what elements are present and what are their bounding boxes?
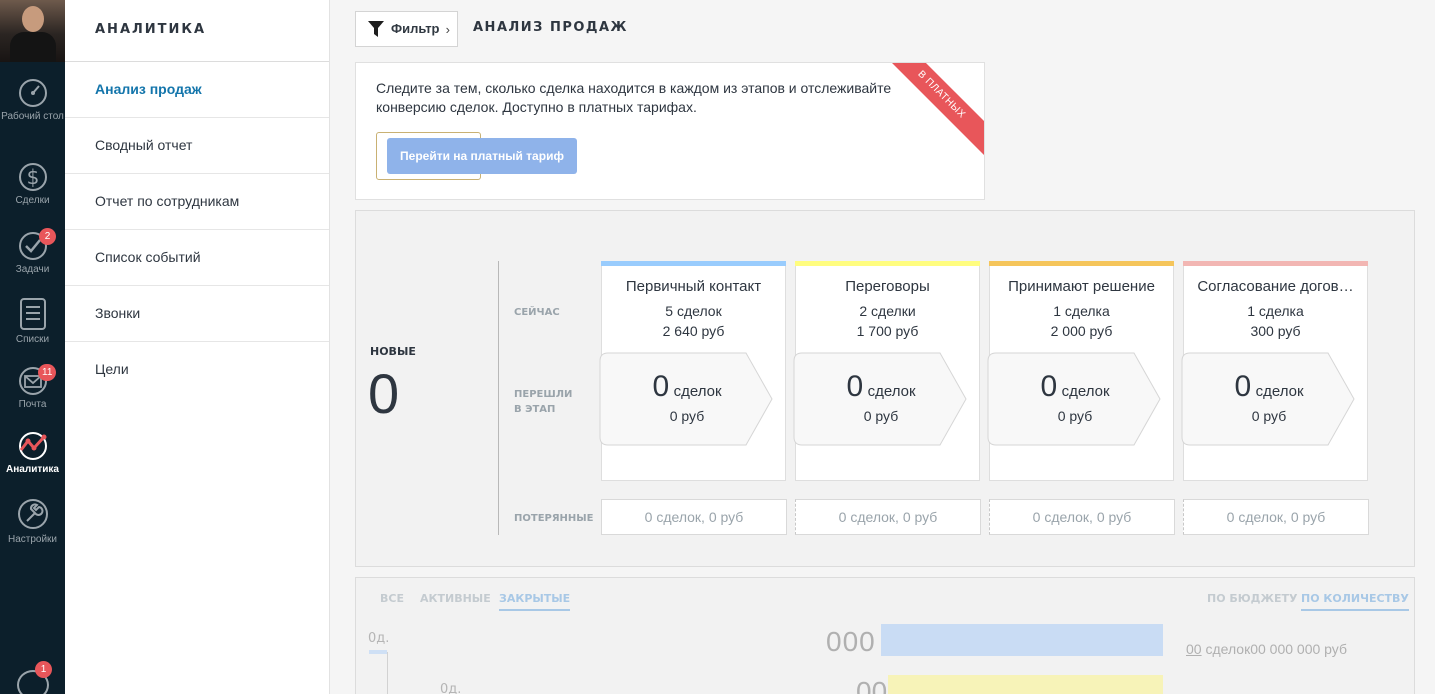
nav-dashboard[interactable]: Рабочий стол	[0, 78, 65, 122]
nav-analytics[interactable]: Аналитика	[0, 431, 65, 475]
chart-summary: 00 сделок00 000 000 руб	[1186, 641, 1347, 657]
funnel-divider	[498, 261, 499, 535]
stage-deal-sum: 2 000 руб	[1050, 323, 1113, 339]
tasks-count-badge: 2	[39, 228, 56, 245]
stage-card-negotiations[interactable]: Переговоры 2 сделки 1 700 руб 0 сделок 0…	[793, 261, 980, 481]
promo-text: Следите за тем, сколько сделка находится…	[376, 80, 892, 115]
nav-settings[interactable]: Настройки	[0, 497, 65, 545]
axis-label-second: 0д.	[440, 682, 462, 694]
wrench-icon	[17, 499, 48, 529]
nav-mail-label: Почта	[18, 399, 47, 410]
nav-dashboard-label: Рабочий стол	[1, 111, 64, 122]
stage-name: Первичный контакт	[625, 278, 762, 295]
row-label-moved-2: В ЭТАП	[514, 404, 556, 415]
closed-deals-chart-panel: ВСЕ АКТИВНЫЕ ЗАКРЫТЫЕ ПО БЮДЖЕТУ ПО КОЛИ…	[355, 577, 1415, 694]
lost-deals-cell: 0 сделок, 0 руб	[601, 499, 787, 535]
lost-deals-cell: 0 сделок, 0 руб	[1183, 499, 1369, 535]
new-deals-label: НОВЫЕ	[370, 345, 416, 358]
stage-color-bar	[795, 261, 980, 266]
stage-color-bar	[1183, 261, 1368, 266]
axis-marker	[369, 650, 387, 654]
stage-card-decision-making[interactable]: Принимают решение 1 сделка 2 000 руб 0 с…	[987, 261, 1174, 481]
row-label-moved-1: ПЕРЕШЛИ	[514, 389, 573, 400]
summary-link[interactable]: 00	[1186, 641, 1202, 657]
moved-count: 0 сделок	[846, 370, 916, 403]
bar-value-2: 00	[856, 676, 888, 694]
submenu-item-calls[interactable]: Звонки	[65, 286, 329, 342]
moved-count: 0 сделок	[652, 370, 722, 403]
chevron-right-icon: ›	[445, 22, 450, 37]
stage-deal-count: 5 сделок	[665, 303, 722, 319]
row-label-lost: ПОТЕРЯННЫЕ	[514, 513, 594, 524]
moved-sum: 0 руб	[669, 408, 705, 424]
analytics-icon	[18, 432, 47, 460]
nav-analytics-label: Аналитика	[6, 464, 59, 475]
paid-plan-promo: Следите за тем, сколько сделка находится…	[355, 62, 985, 200]
nav-lists[interactable]: Списки	[0, 297, 65, 345]
nav-settings-label: Настройки	[7, 534, 58, 545]
stage-deal-count: 2 сделки	[859, 303, 916, 319]
moved-sum: 0 руб	[1251, 408, 1287, 424]
filter-button-label: Фильтр	[391, 21, 440, 36]
chart-bar-2	[888, 675, 1163, 694]
submenu-item-summary-report[interactable]: Сводный отчет	[65, 118, 329, 174]
nav-tasks-label: Задачи	[15, 264, 50, 275]
lost-deals-cell: 0 сделок, 0 руб	[795, 499, 981, 535]
chat-count-badge: 1	[35, 661, 52, 678]
moved-sum: 0 руб	[863, 408, 899, 424]
svg-text:$: $	[26, 165, 39, 189]
submenu-title: АНАЛИТИКА	[65, 0, 329, 62]
chart-bar-1	[881, 624, 1163, 656]
lost-deals-cell: 0 сделок, 0 руб	[989, 499, 1175, 535]
tab-active[interactable]: АКТИВНЫЕ	[420, 592, 491, 609]
stage-name: Согласование догов…	[1197, 278, 1354, 295]
chart-axis	[387, 652, 388, 694]
moved-count: 0 сделок	[1040, 370, 1110, 403]
page-title: АНАЛИЗ ПРОДАЖ	[473, 20, 628, 35]
stage-deal-sum: 2 640 руб	[662, 323, 725, 339]
moved-count: 0 сделок	[1234, 370, 1304, 403]
avatar-head	[22, 6, 44, 32]
sales-funnel-panel: НОВЫЕ 0 СЕЙЧАС ПЕРЕШЛИ В ЭТАП ПОТЕРЯННЫЕ…	[355, 210, 1415, 567]
submenu-item-sales-analysis[interactable]: Анализ продаж	[65, 62, 329, 118]
user-avatar[interactable]	[0, 0, 65, 62]
nav-deals-label: Сделки	[15, 195, 50, 206]
list-icon	[19, 298, 46, 330]
summary-text: сделок00 000 000 руб	[1201, 641, 1347, 657]
new-deals-count: 0	[368, 362, 400, 425]
stage-name: Принимают решение	[1008, 278, 1155, 295]
avatar-body	[10, 32, 56, 62]
mode-by-count[interactable]: ПО КОЛИЧЕСТВУ	[1301, 592, 1409, 611]
submenu-item-event-list[interactable]: Список событий	[65, 230, 329, 286]
stage-deal-sum: 300 руб	[1250, 323, 1301, 339]
dashboard-icon	[18, 79, 47, 107]
upgrade-plan-button[interactable]: Перейти на платный тариф	[387, 138, 577, 174]
nav-deals[interactable]: $ Сделки	[0, 158, 65, 206]
stage-card-primary-contact[interactable]: Первичный контакт 5 сделок 2 640 руб 0 с…	[599, 261, 786, 481]
bar-value-1: 000	[826, 626, 876, 657]
submenu-item-employee-report[interactable]: Отчет по сотрудникам	[65, 174, 329, 230]
dollar-icon: $	[18, 163, 47, 191]
stage-color-bar	[601, 261, 786, 266]
left-nav-rail: Рабочий стол $ Сделки Задачи 2 Списки По…	[0, 0, 65, 694]
filter-icon	[368, 21, 384, 37]
analytics-submenu: АНАЛИТИКА Анализ продаж Сводный отчет От…	[65, 0, 330, 694]
tab-closed[interactable]: ЗАКРЫТЫЕ	[499, 592, 571, 611]
submenu-item-goals[interactable]: Цели	[65, 342, 329, 398]
stage-color-bar	[989, 261, 1174, 266]
nav-lists-label: Списки	[15, 334, 50, 345]
stage-name: Переговоры	[845, 278, 930, 295]
stage-deal-count: 1 сделка	[1247, 303, 1304, 319]
stage-deal-count: 1 сделка	[1053, 303, 1110, 319]
filter-button[interactable]: Фильтр ›	[355, 11, 458, 47]
row-label-now: СЕЙЧАС	[514, 307, 560, 318]
moved-sum: 0 руб	[1057, 408, 1093, 424]
mode-by-budget[interactable]: ПО БЮДЖЕТУ	[1207, 592, 1297, 609]
axis-label-top: 0д.	[368, 631, 390, 646]
tab-all[interactable]: ВСЕ	[380, 592, 404, 609]
stage-deal-sum: 1 700 руб	[856, 323, 919, 339]
stage-card-contract-approval[interactable]: Согласование догов… 1 сделка 300 руб 0 с…	[1181, 261, 1368, 481]
